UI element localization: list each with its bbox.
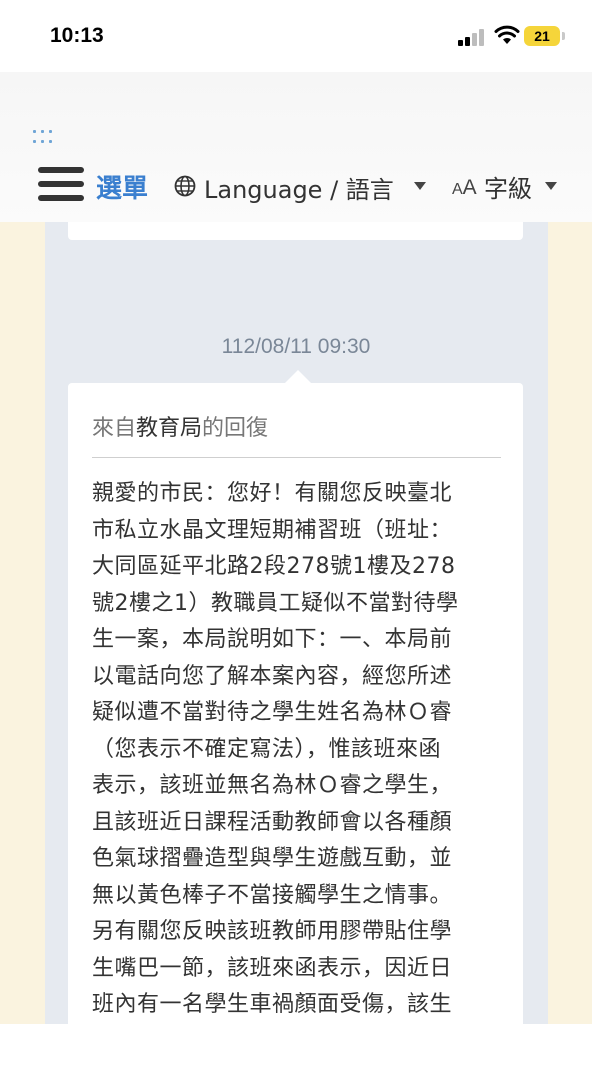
reply-body-line: 班內有一名學生車禍顏面受傷，該生 (92, 992, 453, 1017)
reply-body-line: 表示，該班並無名為林Ｏ睿之學生， (92, 773, 453, 798)
wifi-icon (494, 25, 520, 44)
status-time: 10:13 (50, 24, 104, 47)
font-size-dropdown-caret-icon[interactable] (545, 182, 557, 190)
reply-body-line: 號2樓之1）教職員工疑似不當對待學 (92, 590, 459, 616)
hamburger-menu-icon[interactable] (38, 167, 84, 201)
message-timestamp: 112/08/11 09:30 (221, 335, 371, 358)
apps-grid-icon[interactable] (33, 130, 57, 146)
reply-header: 來自教育局的回復 (92, 416, 269, 441)
reply-body-line: 色氣球摺疊造型與學生遊戲互動，並 (92, 846, 453, 871)
reply-body-line: 以電話向您了解本案內容，經您所述 (92, 663, 453, 689)
card-pointer (285, 370, 311, 383)
battery-cap (562, 32, 565, 40)
previous-message-card (68, 222, 523, 240)
reply-divider (92, 457, 501, 458)
reply-body-line: 另有關您反映該班教師用膠帶貼住學 (92, 919, 453, 944)
reply-body-line: 無以黃色棒子不當接觸學生之情事。 (92, 882, 453, 908)
font-size-selector[interactable]: 字級 (484, 169, 532, 204)
language-dropdown-caret-icon[interactable] (414, 182, 426, 190)
globe-icon[interactable] (174, 175, 196, 197)
font-size-icon[interactable]: AA (452, 176, 477, 200)
status-bar: 10:13 21 (0, 0, 592, 72)
battery-icon: 21 (524, 26, 560, 46)
reply-body-line: 生嘴巴一節，該班來函表示，因近日 (92, 955, 453, 981)
reply-department: 教育局 (136, 416, 203, 441)
menu-button[interactable]: 選單 (96, 168, 148, 205)
reply-body-line: 大同區延平北路2段278號1樓及278 (92, 554, 456, 579)
language-selector[interactable]: Language / 語言 (204, 170, 394, 205)
battery-level: 21 (534, 28, 550, 44)
reply-body-line: 市私立水晶文理短期補習班（班址： (92, 517, 453, 543)
reply-body-line: 疑似遭不當對待之學生姓名為林Ｏ睿 (92, 700, 453, 725)
reply-body-line: 且該班近日課程活動教師會以各種顏 (92, 809, 453, 835)
cellular-signal-icon (458, 28, 488, 46)
reply-body-line: （您表示不確定寫法），惟該班來函 (92, 736, 442, 762)
reply-body: 親愛的市民：您好！有關您反映臺北 市私立水晶文理短期補習班（班址： 大同區延平北… (92, 476, 512, 1024)
reply-body-line: 生一案，本局說明如下：一、本局前 (92, 627, 453, 652)
reply-body-line: 親愛的市民：您好！有關您反映臺北 (92, 481, 453, 506)
